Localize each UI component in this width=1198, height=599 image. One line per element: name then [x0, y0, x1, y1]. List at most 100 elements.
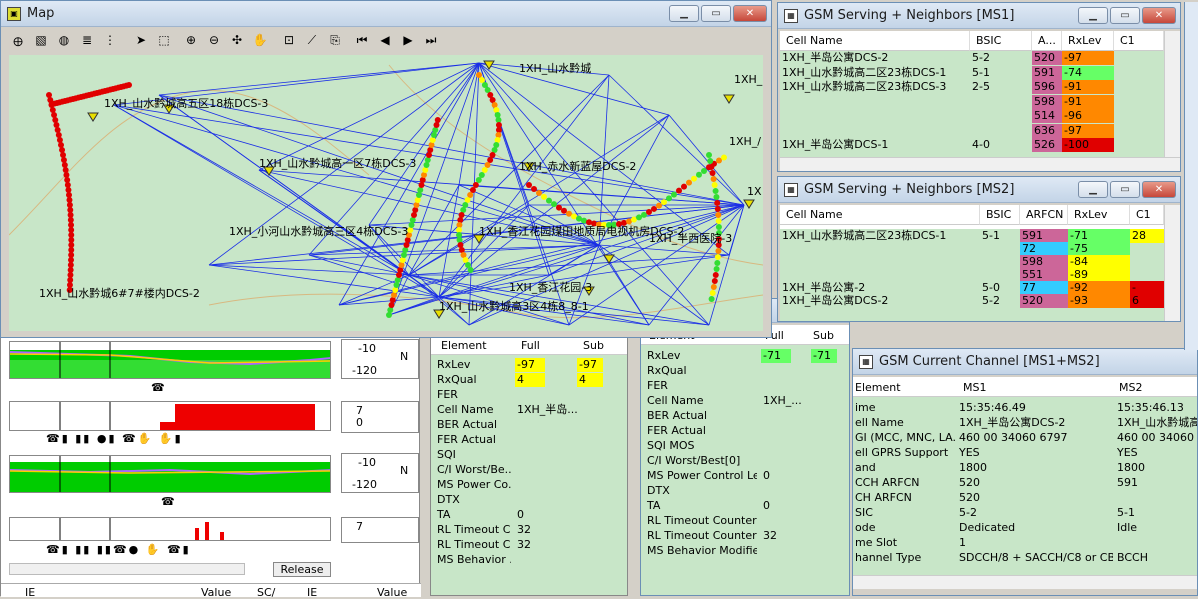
current-title: GSM Current Channel [MS1+MS2] [879, 354, 1100, 369]
ms2-serving-window[interactable]: ▦ GSM Serving + Neighbors [MS2] ▁ ▭ ✕ Ce… [777, 176, 1181, 322]
meas-full [515, 388, 545, 402]
cell-name: 1XH_半岛公寓DCS-2 [782, 51, 889, 64]
drive-test-dot [676, 187, 682, 194]
ie-table-header: IE Value SC/ IE Value [1, 583, 421, 599]
meas-element: Cell Name [437, 403, 494, 416]
drive-test-dot [429, 137, 436, 143]
cell-name [780, 109, 970, 123]
minimize-button[interactable]: ▁ [1078, 181, 1108, 198]
ms1-table-row: 1XH_半岛公寓DCS-1 4-0 526 -100 [780, 138, 1164, 152]
drive-test-dot [721, 154, 727, 161]
drive-test-dot [60, 157, 67, 163]
arfcn: 591 [1032, 65, 1062, 80]
bsic: 4-0 [972, 138, 990, 151]
layers-icon[interactable]: 🜨 [7, 29, 29, 51]
axis-tick-top: 7 [356, 520, 363, 533]
current-ms2: YES [1117, 446, 1138, 459]
ms1-hscroll[interactable] [780, 157, 1180, 171]
ms2-table-row: 598 -84 [780, 255, 1164, 269]
current-hscroll[interactable] [853, 575, 1197, 589]
rxqual-chart-ms2 [9, 517, 331, 541]
ms1-col-header: Cell Name [780, 31, 970, 51]
ms1-titlebar[interactable]: ▦ GSM Serving + Neighbors [MS1] ▁ ▭ ✕ [778, 3, 1180, 29]
current-element: and [855, 461, 876, 474]
rxlev: -97 [1062, 51, 1114, 65]
stack-icon[interactable]: ≣ [76, 29, 98, 51]
zoom-out-icon[interactable]: ⊖ [203, 29, 225, 51]
close-icon[interactable]: ✕ [1142, 181, 1176, 198]
drive-test-dot [389, 297, 396, 303]
meas-element: FER Actual [647, 424, 706, 437]
graph-scrollbar[interactable] [9, 563, 245, 575]
map-site-label: 1XH_山水黔城高五区18栋DCS-3 [104, 97, 269, 110]
rxlev: -84 [1068, 255, 1130, 269]
current-element: me Slot [855, 536, 898, 549]
prev-icon[interactable]: ◀ [374, 29, 396, 51]
map-titlebar[interactable]: ▣ Map ▁ ▭ ✕ [1, 1, 771, 27]
rxlev-chart-ms1 [9, 341, 331, 379]
phone-icon: ☎ [151, 381, 165, 394]
current-channel-window[interactable]: ▦ GSM Current Channel [MS1+MS2] Element … [852, 348, 1198, 596]
minimize-button[interactable]: ▁ [669, 5, 699, 22]
meas-element: C/I Worst/Be... [437, 463, 511, 476]
bsic [980, 255, 1020, 269]
list-icon[interactable]: ⋮ [99, 29, 121, 51]
zoom-in-icon[interactable]: ⊕ [180, 29, 202, 51]
maximize-button[interactable]: ▭ [1110, 181, 1140, 198]
line-tool-icon[interactable]: ⟋ [301, 29, 323, 51]
maximize-button[interactable]: ▭ [701, 5, 731, 22]
ms1-vscroll[interactable] [1164, 31, 1180, 157]
axis-labels-4: 7 [341, 517, 419, 543]
meas-element: FER Actual [437, 433, 496, 446]
image-icon[interactable]: ▧ [30, 29, 52, 51]
first-icon[interactable]: ⏮ [351, 29, 373, 51]
drive-test-dot [478, 77, 485, 83]
minimize-button[interactable]: ▁ [1078, 7, 1108, 24]
bsic [970, 124, 1032, 138]
arfcn: 598 [1020, 255, 1068, 269]
cell-site-icon [603, 254, 615, 264]
ms2-titlebar[interactable]: ▦ GSM Serving + Neighbors [MS2] ▁ ▭ ✕ [778, 177, 1180, 203]
current-ms2: BCCH [1117, 551, 1148, 564]
event-icons-row-2: ☎▮ ▮▮ ▮▮☎● ✋ ☎▮ [46, 543, 191, 556]
map-canvas[interactable]: 1XH_山水黔城高五区18栋DCS-3 1XH_山水黔城 1XH_山水黔城高一区7栋… [9, 55, 763, 331]
map-site-label: 1XH_香江花园-3 [509, 281, 593, 294]
measurement-window-ms2[interactable]: ▭ ✕ Element Full Sub RxLev-71-71RxQualFE… [640, 298, 850, 596]
rxlev: -97 [1062, 123, 1114, 138]
grid-icon: ▦ [784, 182, 798, 197]
close-icon[interactable]: ✕ [1142, 7, 1176, 24]
select-arrow-icon[interactable]: ➤ [130, 29, 152, 51]
close-icon[interactable]: ✕ [733, 5, 767, 22]
ms1-table-row: 1XH_山水黔城高二区23栋DCS-1 5-1 591 -74 [780, 65, 1164, 80]
globe-icon[interactable]: ◍ [53, 29, 75, 51]
maximize-button[interactable]: ▭ [1110, 7, 1140, 24]
meas-full: -71 [761, 349, 791, 363]
drive-test-dot [60, 152, 67, 158]
measure-icon[interactable]: ⊡ [278, 29, 300, 51]
current-ms1: Dedicated [959, 521, 1016, 534]
drive-test-dot [428, 142, 435, 148]
drive-test-dot [403, 242, 410, 248]
meas-full: 4 [515, 373, 545, 387]
pan-hand-icon[interactable]: ✋ [249, 29, 271, 51]
map-window[interactable]: ▣ Map ▁ ▭ ✕ 🜨 ▧ ◍ ≣ ⋮ ➤ ⬚ ⊕ ⊖ ✣ ✋ ⊡ ⟋ ⎘ … [0, 0, 772, 338]
ms1-serving-window[interactable]: ▦ GSM Serving + Neighbors [MS1] ▁ ▭ ✕ Ce… [777, 2, 1181, 172]
next-icon[interactable]: ▶ [397, 29, 419, 51]
current-element: GI (MCC, MNC, LA... [855, 431, 957, 444]
bsic: 5-1 [982, 229, 1000, 242]
info-icon[interactable]: ⎘ [324, 29, 346, 51]
release-button[interactable]: Release [273, 562, 331, 577]
select-box-icon[interactable]: ⬚ [153, 29, 175, 51]
ms2-vscroll[interactable] [1164, 205, 1180, 321]
meas1-col-element: Element [441, 339, 487, 352]
axis-tick-bottom: -120 [352, 364, 377, 377]
drive-test-dot [457, 217, 464, 223]
current-titlebar[interactable]: ▦ GSM Current Channel [MS1+MS2] [853, 349, 1197, 375]
arfcn: 77 [1020, 281, 1068, 295]
last-icon[interactable]: ⏭ [420, 29, 442, 51]
zoom-extent-icon[interactable]: ✣ [226, 29, 248, 51]
meas-element: DTX [647, 484, 670, 497]
drive-test-dot [399, 257, 406, 263]
map-site-label: 1XH_赤水新蓝屋DCS-2 [519, 160, 637, 173]
current-ms1: 520 [959, 476, 980, 489]
